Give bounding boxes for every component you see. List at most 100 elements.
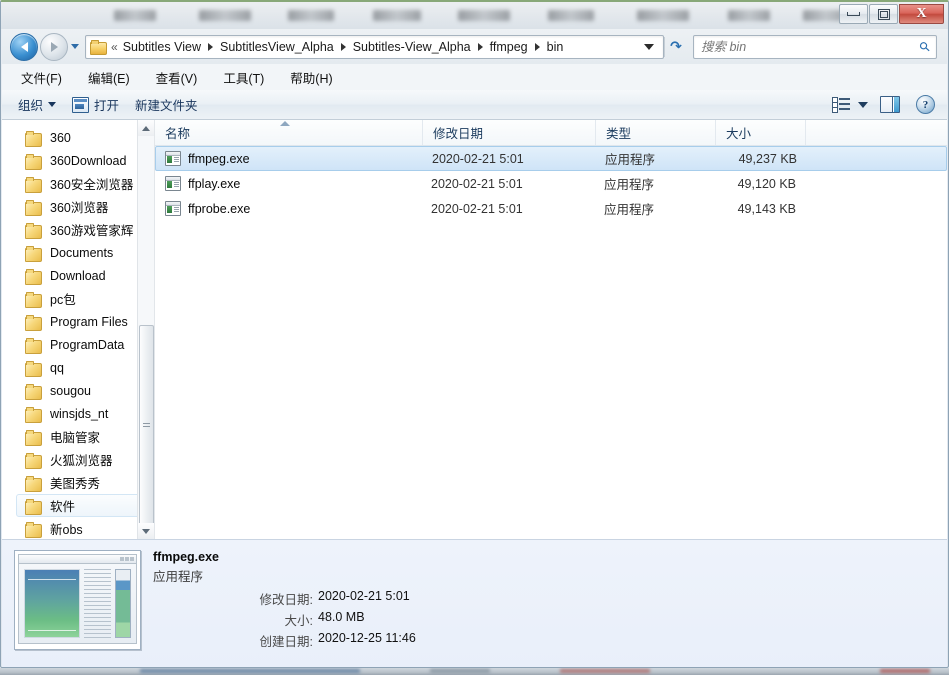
sidebar-item-360[interactable]: 360	[2, 126, 154, 149]
sidebar-item-qq[interactable]: qq	[2, 356, 154, 379]
column-header-type[interactable]: 类型	[596, 120, 716, 145]
breadcrumb-item-4[interactable]: bin	[543, 39, 568, 55]
details-pane: ffmpeg.exe 应用程序 修改日期: 2020-02-21 5:01 大小…	[2, 539, 947, 667]
back-button[interactable]	[10, 32, 38, 61]
search-box[interactable]: ⚲	[693, 33, 939, 60]
organize-label: 组织	[18, 99, 44, 113]
scroll-up-button[interactable]	[138, 120, 154, 136]
view-options-caret-icon[interactable]	[858, 101, 868, 108]
scrollbar-grip-icon	[143, 423, 150, 429]
sidebar-item-label: 360浏览器	[50, 201, 109, 215]
column-header-date-label: 修改日期	[433, 127, 484, 141]
thumbnail-titlebar	[18, 554, 137, 563]
details-field-value: 2020-02-21 5:01	[318, 589, 410, 603]
column-header-type-label: 类型	[606, 127, 632, 141]
sidebar-item-sougou[interactable]: sougou	[2, 379, 154, 402]
title-blurred-text	[637, 10, 689, 21]
scroll-down-button[interactable]	[138, 523, 154, 539]
new-folder-button[interactable]: 新建文件夹	[127, 92, 206, 117]
table-row[interactable]: ffprobe.exe 2020-02-21 5:01 应用程序 49,143 …	[155, 196, 947, 221]
open-button[interactable]: 打开	[64, 92, 127, 117]
thumbnail-text-lines	[84, 569, 111, 638]
breadcrumb-item-3[interactable]: ffmpeg	[486, 39, 532, 55]
organize-button[interactable]: 组织	[10, 92, 64, 117]
breadcrumb[interactable]: « Subtitles View SubtitlesView_Alpha Sub…	[85, 34, 664, 59]
sidebar-item-pc-bao[interactable]: pc包	[2, 287, 154, 310]
column-header-name-label: 名称	[165, 127, 191, 141]
chevron-right-icon[interactable]	[340, 42, 346, 51]
sidebar-item-360-safe-browser[interactable]: 360安全浏览器	[2, 172, 154, 195]
file-name-cell: ffprobe.exe	[155, 201, 423, 216]
folder-icon	[25, 130, 42, 147]
address-dropdown-icon[interactable]	[644, 43, 654, 50]
sidebar-item-new-obs[interactable]: 新obs	[2, 517, 154, 539]
breadcrumb-item-2[interactable]: Subtitles-View_Alpha	[349, 39, 475, 55]
file-preview-thumbnail	[14, 550, 141, 650]
chevron-up-icon	[142, 125, 150, 131]
sidebar-item-programdata[interactable]: ProgramData	[2, 333, 154, 356]
sidebar-item-360-game-manager[interactable]: 360游戏管家辉	[2, 218, 154, 241]
sidebar-item-label: Download	[50, 268, 106, 283]
column-header-date[interactable]: 修改日期	[423, 120, 596, 145]
search-input[interactable]	[694, 38, 914, 55]
menu-item-tools[interactable]: 工具(T)	[220, 66, 267, 89]
sidebar-item-label: Program Files	[50, 314, 128, 329]
recent-pages-caret-icon[interactable]	[71, 44, 79, 49]
breadcrumb-item-0[interactable]: Subtitles View	[119, 39, 205, 55]
sidebar-item-documents[interactable]: Documents	[2, 241, 154, 264]
details-field-value: 2020-12-25 11:46	[318, 631, 416, 645]
title-blurred-text	[458, 10, 510, 21]
sidebar-scrollbar[interactable]	[137, 120, 154, 539]
breadcrumb-item-1[interactable]: SubtitlesView_Alpha	[216, 39, 338, 55]
details-field-label: 创建日期:	[259, 635, 313, 649]
chevron-right-icon[interactable]	[534, 42, 540, 51]
table-row[interactable]: ffmpeg.exe 2020-02-21 5:01 应用程序 49,237 K…	[155, 146, 947, 171]
folder-icon	[90, 40, 107, 55]
menu-item-help[interactable]: 帮助(H)	[287, 66, 335, 89]
menu-item-edit[interactable]: 编辑(E)	[85, 66, 133, 89]
sidebar-item-firefox-browser[interactable]: 火狐浏览器	[2, 448, 154, 471]
sidebar-item-label: 美图秀秀	[50, 477, 101, 491]
title-bar: X	[1, 2, 948, 29]
file-size-cell: 49,237 KB	[738, 151, 797, 166]
refresh-icon[interactable]: ↷	[664, 36, 687, 57]
close-button[interactable]: X	[899, 4, 944, 24]
details-file-name: ffmpeg.exe	[153, 550, 219, 564]
forward-button[interactable]	[40, 32, 68, 61]
sidebar-item-360download[interactable]: 360Download	[2, 149, 154, 172]
table-row[interactable]: ffplay.exe 2020-02-21 5:01 应用程序 49,120 K…	[155, 171, 947, 196]
sidebar-item-label: ProgramData	[50, 337, 125, 352]
folder-icon	[25, 452, 42, 469]
menu-item-view[interactable]: 查看(V)	[153, 66, 201, 89]
title-blurred-text	[373, 10, 421, 21]
scrollbar-thumb[interactable]	[139, 325, 154, 527]
column-header-name[interactable]: 名称	[155, 120, 423, 145]
file-list-pane: 名称 修改日期 类型 大小 ffmpeg.exe 2020-02-21 5:01…	[155, 120, 947, 539]
sidebar-item-software[interactable]: 软件	[16, 494, 152, 517]
chevron-right-icon[interactable]	[207, 42, 213, 51]
chevron-right-icon[interactable]	[477, 42, 483, 51]
sidebar-item-download[interactable]: Download	[2, 264, 154, 287]
column-header-filler	[806, 120, 947, 145]
chevron-down-icon	[48, 102, 57, 107]
help-icon[interactable]: ?	[916, 95, 935, 114]
file-type-cell: 应用程序	[605, 153, 656, 167]
restore-button[interactable]	[869, 4, 898, 24]
breadcrumb-overflow-chevron[interactable]: «	[110, 40, 119, 54]
minimize-button[interactable]	[839, 4, 868, 24]
file-name-label: ffmpeg.exe	[188, 151, 250, 166]
column-header-size[interactable]: 大小	[716, 120, 806, 145]
folder-icon	[25, 498, 42, 515]
sidebar-item-meitu-xiuxiu[interactable]: 美图秀秀	[2, 471, 154, 494]
preview-pane-icon[interactable]	[880, 96, 900, 113]
search-icon[interactable]: ⚲	[912, 33, 939, 60]
sidebar-item-computer-manager[interactable]: 电脑管家	[2, 425, 154, 448]
column-headers: 名称 修改日期 类型 大小	[155, 120, 947, 146]
sidebar-item-program-files[interactable]: Program Files	[2, 310, 154, 333]
menu-item-file[interactable]: 文件(F)	[18, 66, 65, 89]
folder-icon	[25, 429, 42, 446]
view-options-icon[interactable]	[832, 97, 851, 113]
menu-bar: 文件(F) 编辑(E) 查看(V) 工具(T) 帮助(H)	[2, 64, 947, 90]
sidebar-item-winsjds-nt[interactable]: winsjds_nt	[2, 402, 154, 425]
sidebar-item-360-browser[interactable]: 360浏览器	[2, 195, 154, 218]
